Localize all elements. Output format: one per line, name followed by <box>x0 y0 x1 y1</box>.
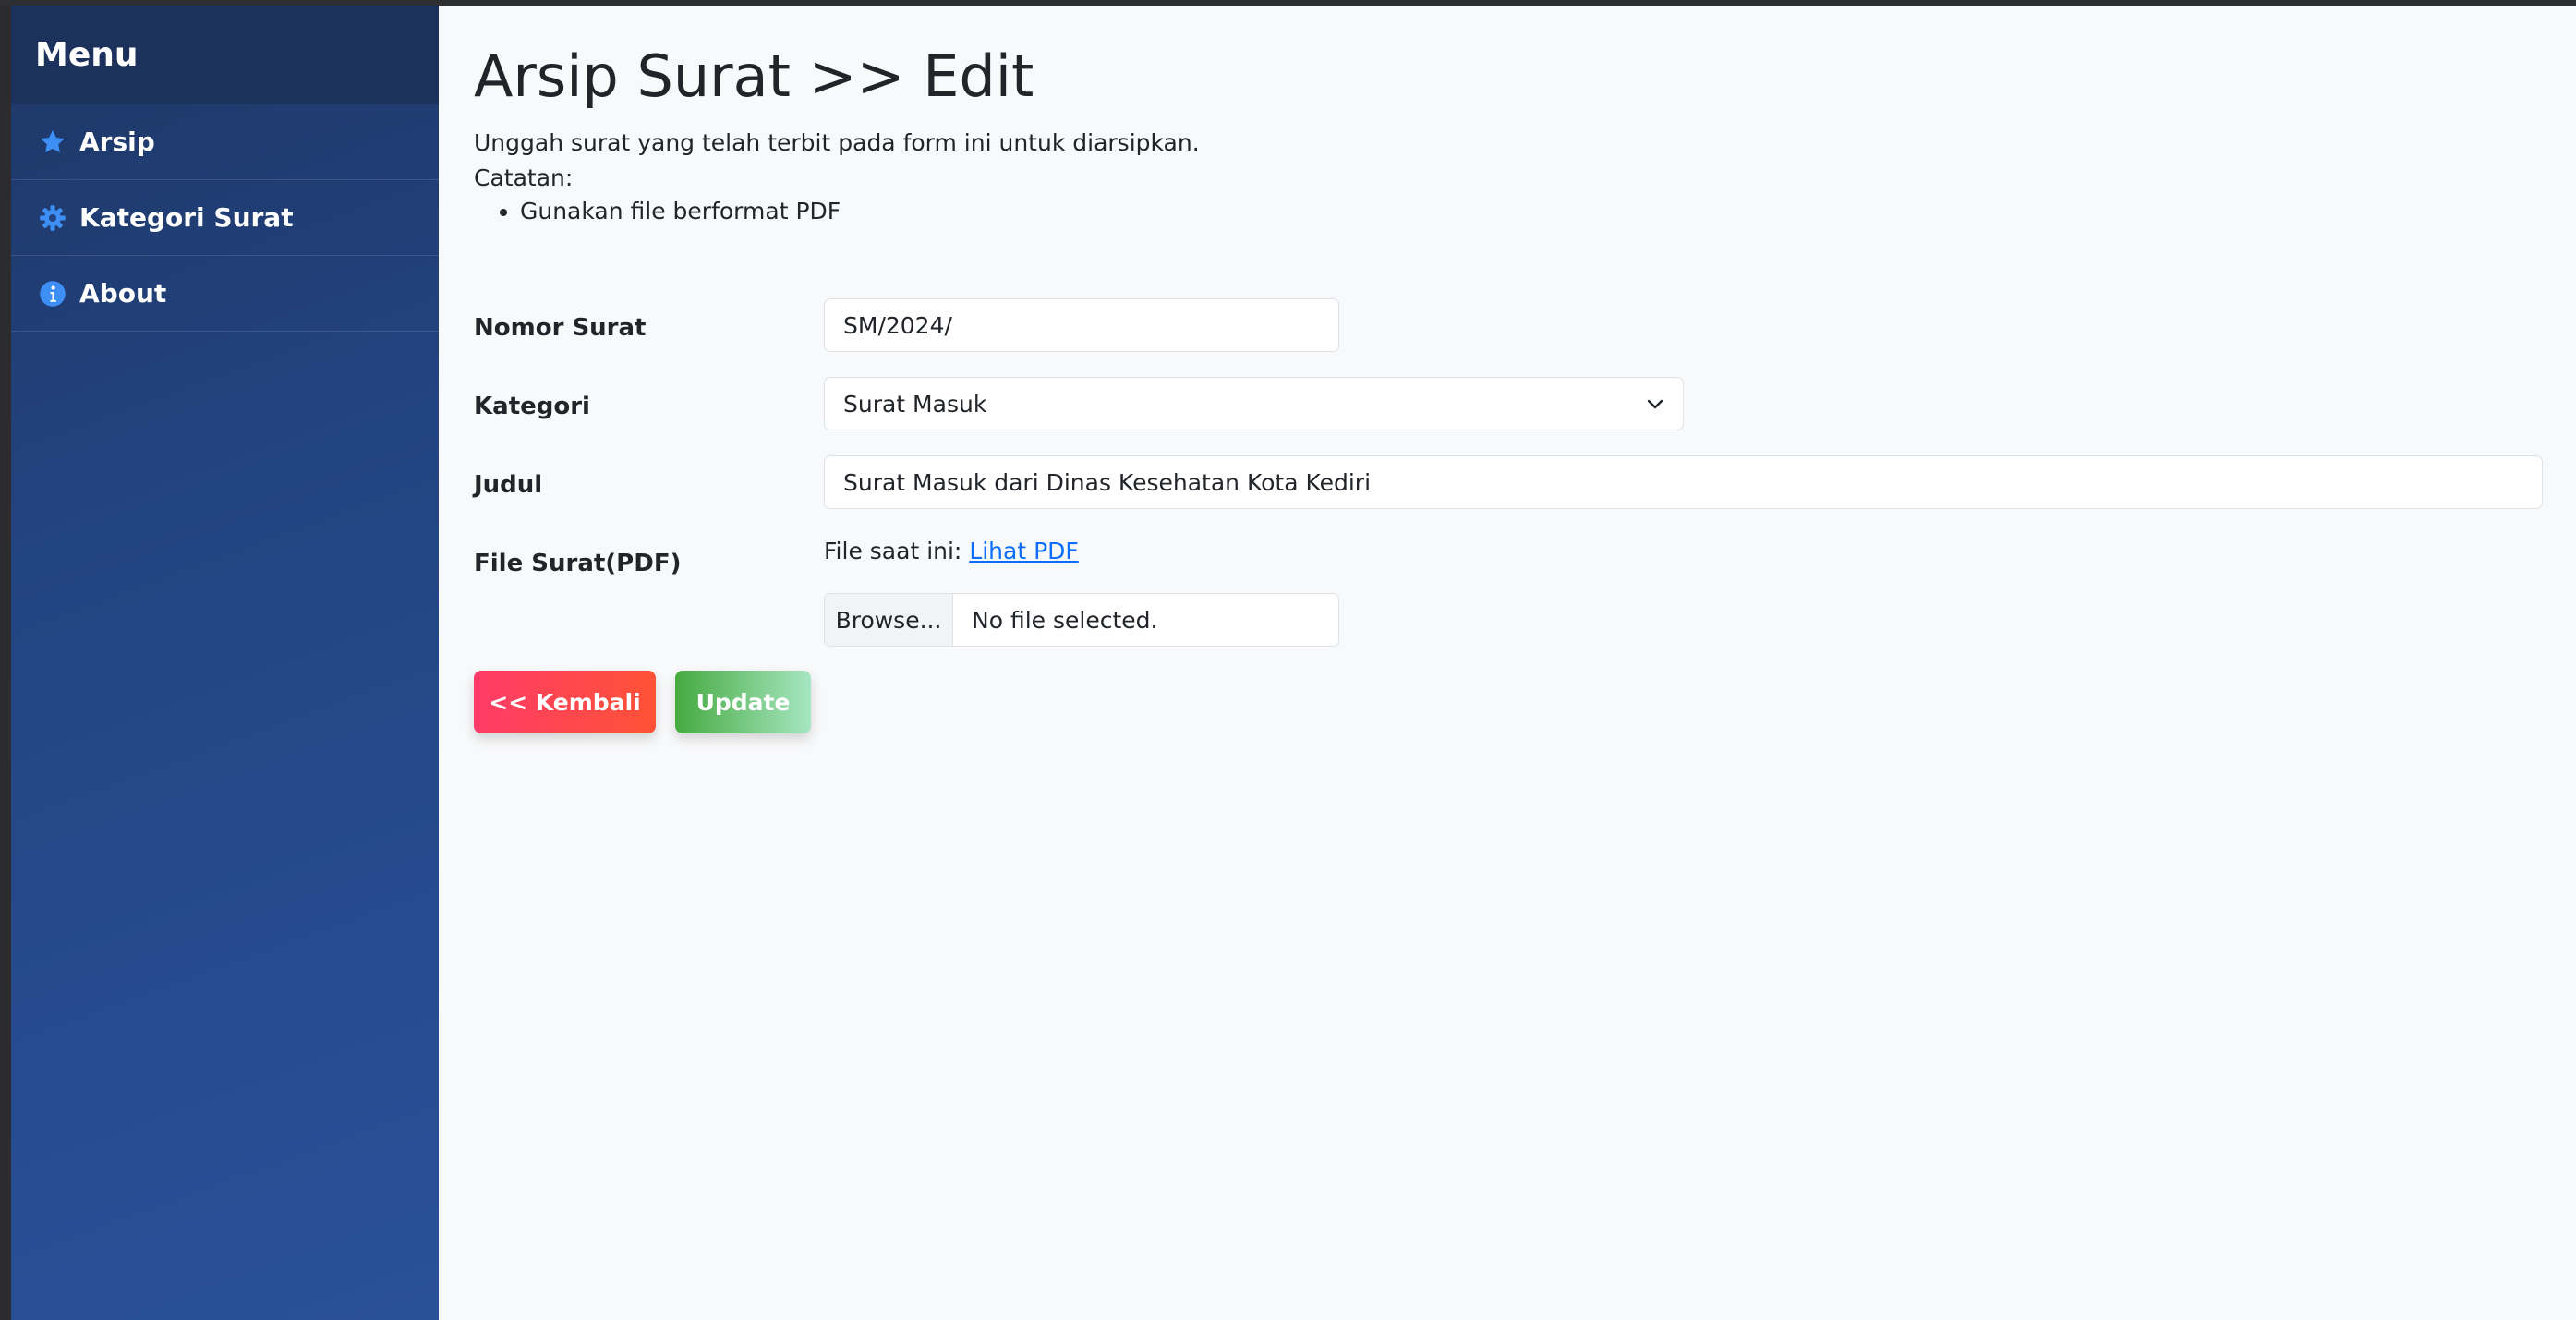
notes-label: Catatan: <box>474 164 574 191</box>
file-input[interactable]: Browse... No file selected. <box>824 593 1339 647</box>
browse-button[interactable]: Browse... <box>825 594 953 646</box>
gear-icon <box>39 204 67 232</box>
nomor-surat-input[interactable]: SM/2024/ <box>824 298 1339 352</box>
kategori-select[interactable]: Surat Masuk <box>824 377 1684 430</box>
page-title: Arsip Surat >> Edit <box>474 42 1034 110</box>
window-left-border <box>0 6 11 1320</box>
page-description: Unggah surat yang telah terbit pada form… <box>474 126 1200 196</box>
judul-label: Judul <box>474 471 543 499</box>
nomor-surat-label: Nomor Surat <box>474 314 647 342</box>
current-file-prefix: File saat ini: <box>824 538 962 564</box>
sidebar-item-kategori-surat[interactable]: Kategori Surat <box>11 180 439 256</box>
sidebar-item-about[interactable]: About <box>11 256 439 332</box>
description-text: Unggah surat yang telah terbit pada form… <box>474 129 1200 156</box>
nomor-surat-value: SM/2024/ <box>843 311 952 339</box>
info-icon <box>39 280 67 308</box>
sidebar-item-arsip[interactable]: Arsip <box>11 104 439 180</box>
judul-input[interactable]: Surat Masuk dari Dinas Kesehatan Kota Ke… <box>824 455 2543 509</box>
star-icon <box>39 128 67 156</box>
sidebar: Menu Arsip Kategori Surat About <box>11 6 439 1320</box>
sidebar-item-label: Kategori Surat <box>79 202 294 233</box>
view-pdf-link[interactable]: Lihat PDF <box>969 538 1079 564</box>
sidebar-item-label: About <box>79 278 167 309</box>
kategori-label: Kategori <box>474 393 590 420</box>
sidebar-item-label: Arsip <box>79 127 155 157</box>
judul-value: Surat Masuk dari Dinas Kesehatan Kota Ke… <box>843 468 1372 496</box>
main-content: Arsip Surat >> Edit Unggah surat yang te… <box>439 6 2576 1320</box>
sidebar-title: Menu <box>11 6 439 104</box>
notes-list: Gunakan file berformat PDF <box>474 198 841 224</box>
current-file-text: File saat ini: Lihat PDF <box>824 538 1079 564</box>
back-button[interactable]: << Kembali <box>474 671 656 733</box>
file-surat-label: File Surat(PDF) <box>474 550 682 577</box>
note-item: Gunakan file berformat PDF <box>520 198 841 224</box>
update-button[interactable]: Update <box>675 671 811 733</box>
no-file-text: No file selected. <box>972 606 1158 634</box>
kategori-selected-value: Surat Masuk <box>843 390 987 418</box>
chevron-down-icon <box>1644 393 1666 420</box>
